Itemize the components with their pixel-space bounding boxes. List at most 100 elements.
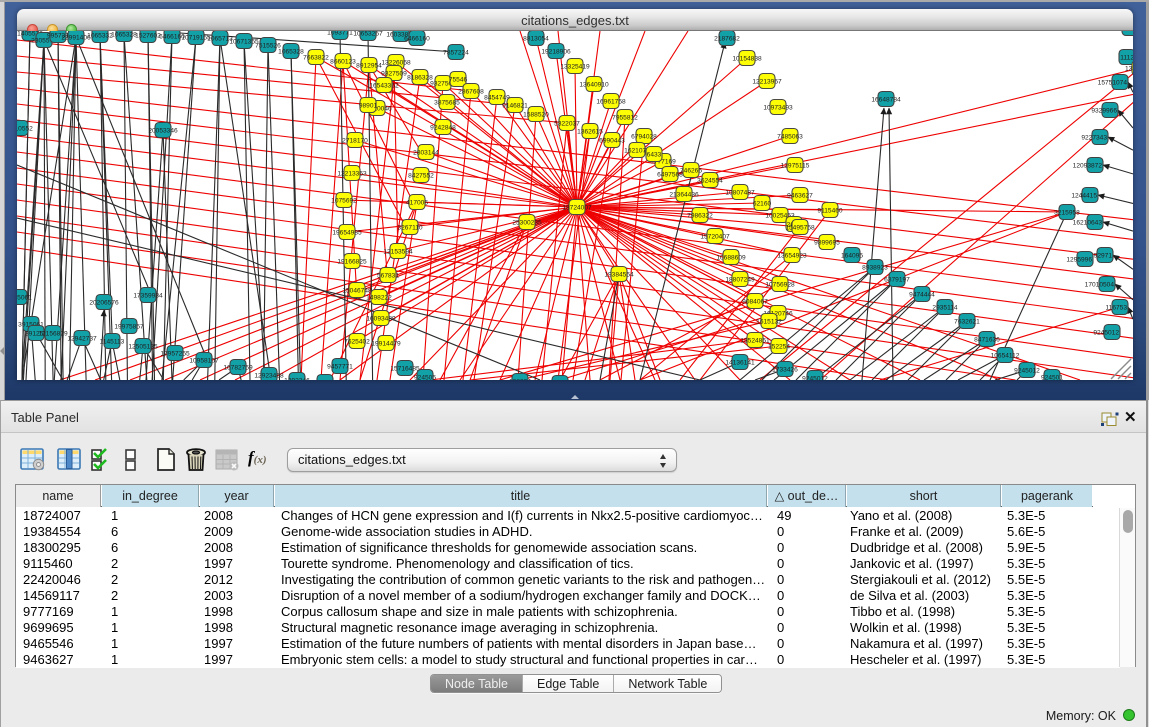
svg-text:16210643: 16210643 (1073, 219, 1103, 226)
svg-text:12213967: 12213967 (752, 78, 782, 85)
svg-text:7632621: 7632621 (954, 318, 980, 325)
svg-text:19654985: 19654985 (332, 229, 362, 236)
svg-text:929346: 929346 (314, 379, 336, 380)
svg-text:19975857: 19975857 (114, 323, 144, 330)
svg-text:15046748: 15046748 (342, 287, 372, 294)
svg-text:10653267: 10653267 (353, 31, 383, 37)
svg-text:1065332: 1065332 (87, 32, 113, 39)
svg-text:9474444: 9474444 (909, 291, 935, 298)
svg-text:2935114: 2935114 (932, 304, 958, 311)
svg-text:18807249: 18807249 (725, 276, 755, 283)
svg-text:1733426: 1733426 (772, 366, 798, 373)
svg-text:1065328: 1065328 (278, 48, 304, 55)
svg-text:8938923: 8938923 (862, 264, 888, 271)
svg-text:1065328: 1065328 (111, 31, 137, 38)
svg-text:12156829: 12156829 (38, 330, 68, 337)
svg-text:7485063: 7485063 (777, 133, 803, 140)
svg-text:152254: 152254 (768, 343, 790, 350)
svg-text:10654112: 10654112 (991, 352, 1020, 359)
svg-text:6794028: 6794028 (631, 133, 657, 140)
svg-text:10688609: 10688609 (716, 254, 746, 261)
svg-text:3215958: 3215958 (1054, 209, 1080, 216)
svg-text:112: 112 (1126, 31, 1133, 32)
svg-text:10958107: 10958107 (189, 357, 219, 364)
svg-text:13524851: 13524851 (740, 337, 770, 344)
svg-text:12942737: 12942737 (67, 335, 97, 342)
svg-text:19914479: 19914479 (371, 340, 401, 347)
svg-text:924501: 924501 (1041, 374, 1063, 380)
svg-text:1244415: 1244415 (1071, 192, 1097, 199)
svg-text:9463627: 9463627 (787, 192, 813, 199)
svg-text:12975115: 12975115 (781, 162, 810, 169)
svg-text:16543362: 16543362 (369, 82, 399, 89)
svg-text:6433: 6433 (647, 151, 662, 158)
svg-text:14136141: 14136141 (725, 359, 755, 366)
svg-text:1093771: 1093771 (327, 31, 353, 36)
svg-text:21364436: 21364436 (669, 191, 699, 198)
svg-text:9146821: 9146821 (502, 102, 528, 109)
svg-text:1615132: 1615132 (756, 318, 782, 325)
svg-text:567831: 567831 (377, 272, 399, 279)
svg-text:924505: 924505 (414, 374, 436, 380)
svg-text:6990443: 6990443 (599, 137, 625, 144)
svg-text:10973493: 10973493 (763, 104, 793, 111)
svg-text:16961758: 16961758 (596, 98, 626, 105)
svg-text:9227343: 9227343 (1081, 134, 1107, 141)
svg-text:3624554: 3624554 (697, 177, 723, 184)
svg-text:6466160: 6466160 (404, 35, 430, 42)
svg-text:1845061: 1845061 (17, 294, 32, 301)
svg-text:10756928: 10756928 (765, 281, 795, 288)
svg-text:19384554: 19384554 (604, 271, 634, 278)
svg-text:8471636: 8471636 (974, 336, 1000, 343)
svg-text:1292346: 1292346 (284, 377, 310, 380)
svg-text:1112: 1112 (1120, 54, 1133, 61)
svg-text:13640910: 13640910 (579, 81, 609, 88)
svg-text:3875685: 3875685 (434, 99, 460, 106)
svg-text:1588520: 1588520 (523, 111, 549, 118)
svg-text:9115460: 9115460 (817, 207, 843, 214)
svg-text:6379197: 6379197 (884, 276, 910, 283)
svg-text:9457771: 9457771 (327, 363, 353, 370)
svg-text:17957255: 17957255 (160, 350, 190, 357)
svg-text:98901: 98901 (359, 102, 378, 109)
svg-text:5322037: 5322037 (554, 120, 580, 127)
svg-text:15495758: 15495758 (785, 224, 815, 231)
svg-text:12923468: 12923468 (254, 372, 284, 379)
svg-text:9329966: 9329966 (1091, 107, 1117, 114)
svg-text:128234: 128234 (509, 378, 531, 380)
svg-text:7663822: 7663822 (303, 54, 329, 61)
svg-text:20053346: 20053346 (148, 127, 178, 134)
svg-text:16782759: 16782759 (223, 364, 253, 371)
svg-text:1527602: 1527602 (135, 32, 161, 39)
svg-text:75546: 75546 (449, 76, 468, 83)
svg-text:16093489: 16093489 (366, 315, 396, 322)
svg-text:8427552: 8427552 (408, 172, 434, 179)
svg-text:2610552: 2610552 (17, 125, 33, 132)
svg-text:1075692: 1075692 (331, 197, 357, 204)
svg-text:9899695: 9899695 (814, 239, 840, 246)
svg-text:8912954: 8912954 (356, 62, 382, 69)
svg-text:17359934: 17359934 (133, 292, 163, 299)
svg-text:8813054: 8813054 (523, 35, 549, 42)
svg-text:7986322: 7986322 (687, 212, 713, 219)
svg-text:2187682: 2187682 (714, 35, 740, 42)
svg-text:8454749: 8454749 (484, 94, 510, 101)
svg-text:17010504: 17010504 (1085, 281, 1115, 288)
svg-text:7625402: 7625402 (344, 338, 370, 345)
svg-text:746266: 746266 (680, 167, 702, 174)
svg-text:133254: 133254 (1125, 65, 1133, 72)
svg-text:116753: 116753 (1105, 304, 1127, 311)
svg-text:1145113: 1145113 (100, 338, 125, 345)
svg-text:62160: 62160 (753, 200, 772, 207)
svg-text:25300235: 25300235 (512, 219, 542, 226)
svg-text:13654923: 13654923 (777, 252, 807, 259)
svg-text:7955812: 7955812 (612, 114, 638, 121)
svg-text:1295996: 1295996 (1066, 256, 1092, 263)
svg-text:19218906: 19218906 (541, 48, 571, 55)
svg-text:1498222: 1498222 (366, 294, 392, 301)
svg-text:18724007: 18724007 (562, 204, 592, 211)
svg-text:9084067: 9084067 (742, 298, 768, 305)
svg-text:19166825: 19166825 (337, 258, 367, 265)
svg-text:16648784: 16648784 (871, 96, 901, 103)
svg-text:9245012: 9245012 (802, 375, 828, 380)
